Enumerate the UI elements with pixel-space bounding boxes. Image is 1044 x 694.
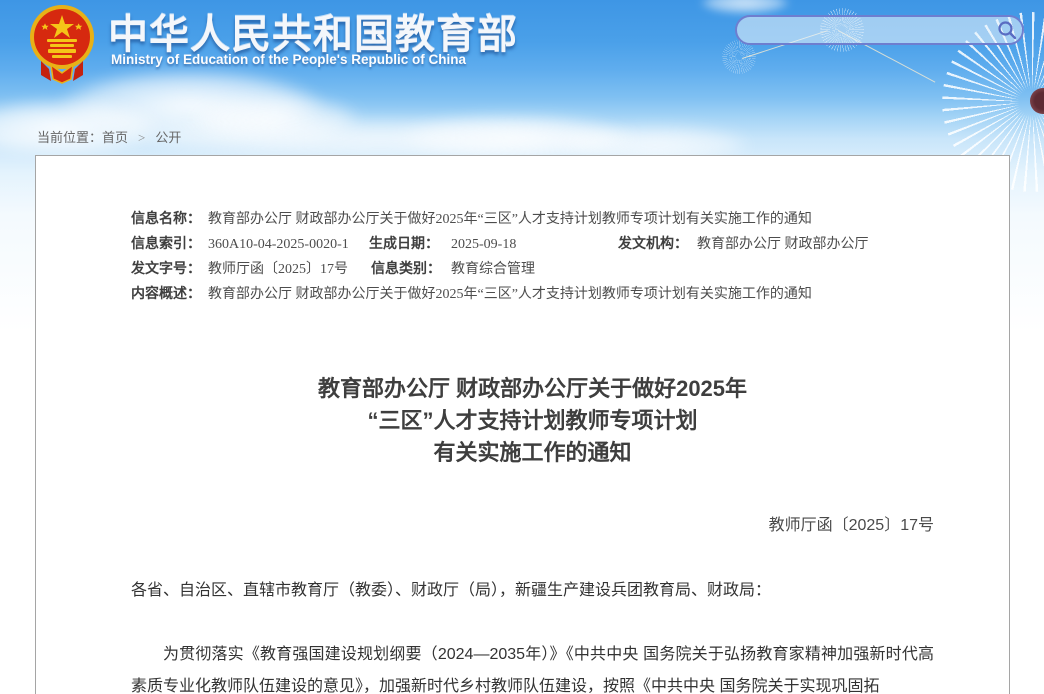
cloud-decoration [120, 118, 640, 158]
page: 中华人民共和国教育部 Ministry of Education of the … [0, 0, 1044, 694]
cloud-decoration [700, 0, 790, 14]
meta-docno-label: 发文字号： [131, 257, 201, 282]
breadcrumb-home-link[interactable]: 首页 [102, 130, 128, 145]
document-title: 教育部办公厅 财政部办公厅关于做好2025年 “三区”人才支持计划教师专项计划 … [131, 373, 934, 469]
breadcrumb: 当前位置：首页 > 公开 [37, 127, 181, 146]
salutation: 各省、自治区、直辖市教育厅（教委）、财政厅（局），新疆生产建设兵团教育局、财政局… [131, 581, 934, 601]
meta-index-label: 信息索引： [131, 232, 201, 257]
search-button[interactable] [992, 17, 1022, 43]
content-panel: 信息名称： 教育部办公厅 财政部办公厅关于做好2025年“三区”人才支持计划教师… [35, 155, 1010, 694]
dandelion-seed-icon [722, 40, 756, 74]
meta-index-value: 360A10-04-2025-0020-1 [208, 232, 349, 257]
meta-agency-label: 发文机构： [618, 232, 688, 257]
meta-summary-label: 内容概述： [131, 282, 201, 307]
document-title-line3: 有关实施工作的通知 [131, 437, 934, 469]
breadcrumb-current-link[interactable]: 公开 [155, 130, 181, 145]
meta-name-value: 教育部办公厅 财政部办公厅关于做好2025年“三区”人才支持计划教师专项计划有关… [208, 207, 812, 232]
document-number: 教师厅函〔2025〕17号 [131, 516, 934, 536]
meta-row-docno-category: 发文字号： 教师厅函〔2025〕17号 信息类别： 教育综合管理 [131, 257, 934, 282]
meta-date-label: 生成日期： [369, 232, 439, 257]
breadcrumb-prefix: 当前位置： [37, 130, 102, 145]
document-metadata: 信息名称： 教育部办公厅 财政部办公厅关于做好2025年“三区”人才支持计划教师… [131, 207, 934, 307]
document-title-line1: 教育部办公厅 财政部办公厅关于做好2025年 [131, 373, 934, 405]
breadcrumb-separator: > [138, 130, 145, 145]
document-title-line2: “三区”人才支持计划教师专项计划 [131, 405, 934, 437]
meta-agency-value: 教育部办公厅 财政部办公厅 [697, 232, 869, 257]
search-input[interactable] [737, 17, 992, 43]
meta-category-value: 教育综合管理 [451, 257, 535, 282]
meta-name-label: 信息名称： [131, 207, 201, 232]
meta-summary-value: 教育部办公厅 财政部办公厅关于做好2025年“三区”人才支持计划教师专项计划有关… [208, 282, 812, 307]
meta-row-summary: 内容概述： 教育部办公厅 财政部办公厅关于做好2025年“三区”人才支持计划教师… [131, 282, 934, 307]
search-icon [997, 20, 1017, 40]
search-box [735, 15, 1024, 45]
meta-docno-value: 教师厅函〔2025〕17号 [208, 257, 348, 282]
meta-row-index-date-agency: 信息索引： 360A10-04-2025-0020-1 生成日期： 2025-0… [131, 232, 934, 257]
meta-category-label: 信息类别： [371, 257, 441, 282]
meta-row-name: 信息名称： 教育部办公厅 财政部办公厅关于做好2025年“三区”人才支持计划教师… [131, 207, 934, 232]
meta-date-value: 2025-09-18 [451, 232, 516, 257]
site-subtitle: Ministry of Education of the People's Re… [111, 52, 466, 67]
body-paragraph: 为贯彻落实《教育强国建设规划纲要（2024—2035年）》《中共中央 国务院关于… [131, 639, 934, 694]
china-national-emblem-icon [27, 3, 97, 85]
